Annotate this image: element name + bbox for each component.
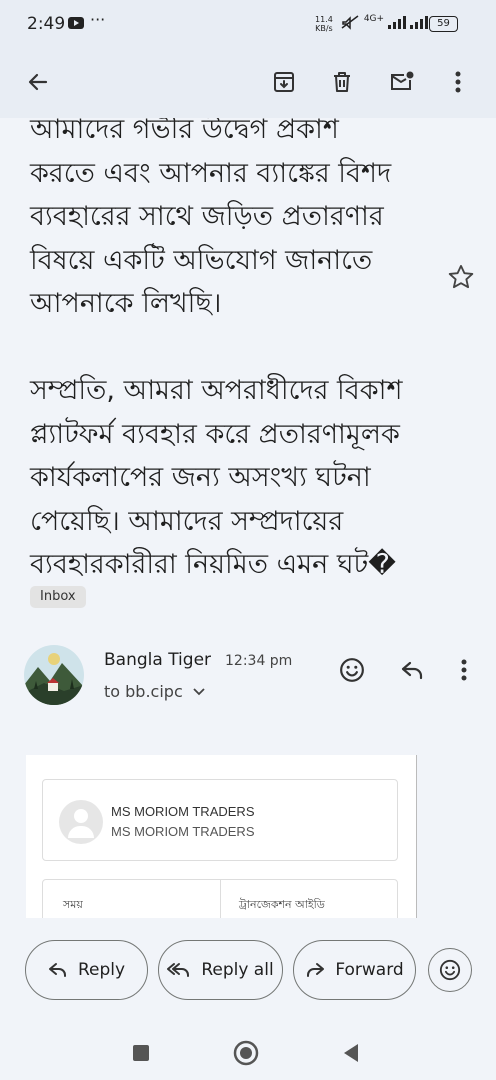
sender-name: Bangla Tiger: [104, 650, 212, 670]
body-line: পেয়েছি। আমাদের সম্প্রদায়ের: [30, 505, 344, 537]
mute-icon: [341, 15, 359, 30]
status-time: 2:49: [27, 14, 66, 34]
emoji-reaction-button[interactable]: [428, 948, 472, 992]
reply-icon: [48, 963, 66, 977]
forward-icon: [307, 963, 325, 977]
landscape-avatar-image: [24, 645, 84, 705]
table-divider: [220, 880, 221, 918]
body-line: কার্যকলাপের জন্য অসংখ্য ঘটনা: [30, 462, 371, 493]
transaction-id-column-label: ট্রানজেকশন আইডি: [239, 898, 325, 911]
reply-action-bar: Reply Reply all Forward: [0, 918, 496, 1028]
youtube-notification-icon: [68, 17, 84, 29]
battery-indicator: 59: [429, 16, 458, 32]
body-line: সম্প্রতি, আমরা অপরাধীদের বিকাশ: [30, 375, 403, 406]
archive-button[interactable]: [264, 62, 304, 102]
archive-icon: [274, 72, 294, 92]
mark-unread-icon: [391, 71, 414, 90]
more-notifications-icon: ···: [90, 10, 106, 29]
reply-all-label: Reply all: [201, 960, 274, 980]
recents-button[interactable]: [121, 1038, 161, 1068]
more-vert-icon: [461, 659, 467, 681]
email-body: আমাদের গভীর উদ্বেগ প্রকাশ করতে এবং আপনার…: [30, 118, 430, 587]
network-type: 4G+: [363, 14, 385, 24]
delete-icon: [334, 72, 350, 92]
delete-button[interactable]: [322, 62, 362, 102]
reply-label: Reply: [77, 960, 126, 980]
body-line: ব্যবহারকারীরা নিয়মিত এমন ঘট�: [30, 549, 396, 580]
signal-icon: [387, 16, 428, 29]
body-line: প্ল্যাটফর্ম ব্যবহার করে প্রতারণামূলক: [30, 418, 400, 450]
sender-avatar: [24, 645, 84, 705]
emoji-icon: [439, 959, 461, 981]
reply-icon-button[interactable]: [396, 654, 428, 686]
home-circle-icon: [233, 1040, 259, 1066]
recipient-details-toggle[interactable]: to bb.cipc: [104, 682, 206, 701]
forward-button[interactable]: Forward: [293, 940, 416, 1000]
mark-unread-button[interactable]: [382, 62, 422, 102]
more-options-button[interactable]: [438, 62, 478, 102]
merchant-avatar-icon: [59, 800, 103, 844]
transaction-info-table: সময় ট্রানজেকশন আইডি: [42, 879, 398, 918]
star-button[interactable]: [447, 263, 475, 291]
body-line: করতে এবং আপনার ব্যাঙ্কের বিশদ: [30, 157, 392, 189]
back-button[interactable]: [18, 62, 58, 102]
forward-label: Forward: [335, 960, 404, 980]
home-button[interactable]: [226, 1038, 266, 1068]
signal-area: 4G+: [340, 14, 428, 30]
recents-square-icon: [133, 1045, 149, 1061]
back-triangle-icon: [344, 1044, 358, 1062]
body-line: আপনাকে লিখছি।: [30, 288, 222, 319]
time-column-label: সময়: [63, 898, 83, 911]
star-icon: [448, 264, 474, 289]
merchant-name: MS MORIOM TRADERS: [111, 804, 255, 819]
status-bar: 2:49 ··· 11.4 KB/s 4G+ 59: [0, 0, 496, 50]
body-line: ব্যবহারের সাথে জড়িত প্রতারণার: [30, 201, 384, 232]
more-vert-icon: [455, 71, 461, 93]
back-nav-button[interactable]: [331, 1038, 371, 1068]
recipient-text: to bb.cipc: [104, 682, 183, 701]
body-paragraph-2: সম্প্রতি, আমরা অপরাধীদের বিকাশ প্ল্যাটফর…: [30, 369, 430, 587]
add-reaction-button[interactable]: [336, 654, 368, 686]
body-line: আমাদের গভীর উদ্বেগ প্রকাশ: [30, 118, 339, 145]
merchant-subtitle: MS MORIOM TRADERS: [111, 824, 255, 839]
body-line: বিষয়ে একটি অভিযোগ জানাতে: [30, 244, 373, 276]
email-html-card: MS MORIOM TRADERS MS MORIOM TRADERS সময়…: [26, 755, 417, 918]
email-content: আমাদের গভীর উদ্বেগ প্রকাশ করতে এবং আপনার…: [0, 118, 496, 918]
message-time: 12:34 pm: [225, 653, 293, 669]
reply-button[interactable]: Reply: [25, 940, 148, 1000]
inbox-label-chip[interactable]: Inbox: [30, 586, 86, 608]
reply-all-button[interactable]: Reply all: [158, 940, 283, 1000]
reply-icon: [401, 661, 423, 680]
emoji-icon: [340, 658, 364, 682]
network-speed-value: 11.4: [315, 15, 333, 24]
network-speed: 11.4 KB/s: [315, 15, 333, 33]
body-paragraph-1: আমাদের গভীর উদ্বেগ প্রকাশ করতে এবং আপনার…: [30, 118, 430, 326]
back-arrow-icon: [28, 73, 48, 91]
merchant-info-box: MS MORIOM TRADERS MS MORIOM TRADERS: [42, 779, 398, 861]
message-more-button[interactable]: [448, 654, 480, 686]
network-speed-unit: KB/s: [315, 24, 333, 33]
chevron-down-icon: [193, 688, 205, 696]
reply-all-icon: [167, 963, 190, 977]
system-nav-bar: [0, 1028, 496, 1080]
email-toolbar: [0, 50, 496, 118]
